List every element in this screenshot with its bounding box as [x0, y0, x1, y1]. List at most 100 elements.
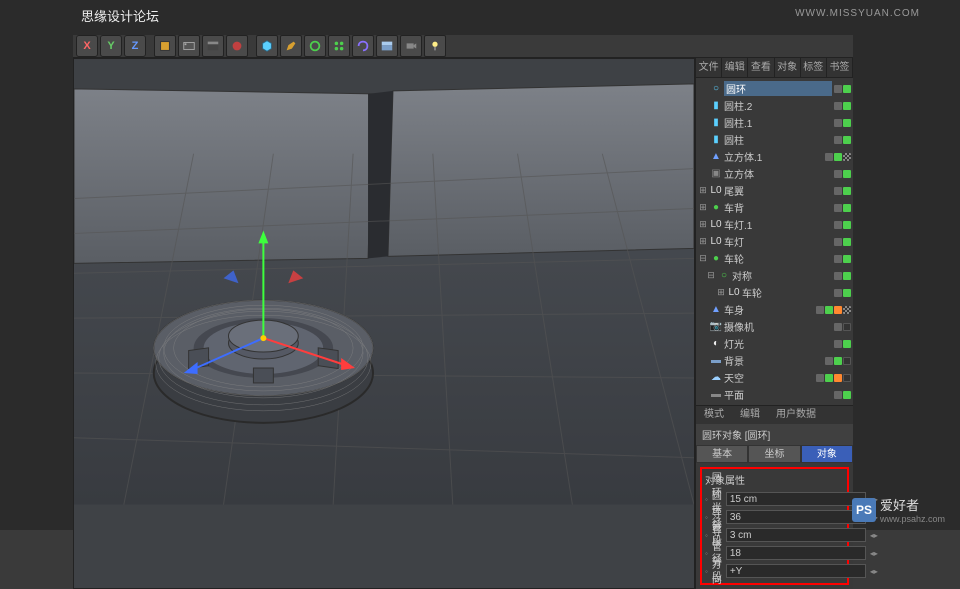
cube-tool-icon[interactable] [154, 35, 176, 57]
object-name-label[interactable]: 车背 [724, 200, 832, 215]
attr-subtab-object[interactable]: 对象 [801, 445, 853, 463]
tree-row-圆环[interactable]: ○圆环 [696, 80, 853, 97]
clapper-tool-icon[interactable] [202, 35, 224, 57]
object-name-label[interactable]: 车灯.1 [724, 217, 832, 232]
object-tags[interactable] [834, 136, 851, 144]
attr-tab-edit[interactable]: 编辑 [732, 406, 768, 424]
attr-field-input[interactable] [726, 492, 866, 506]
film-tool-icon[interactable] [178, 35, 200, 57]
deformer-tool-icon[interactable] [352, 35, 374, 57]
object-tags[interactable] [834, 221, 851, 229]
attr-field-input[interactable] [726, 564, 866, 578]
object-name-label[interactable]: 平面 [724, 387, 832, 402]
environment-tool-icon[interactable] [376, 35, 398, 57]
object-tags[interactable] [834, 272, 851, 280]
object-tags[interactable] [834, 119, 851, 127]
attr-field-input[interactable] [726, 510, 866, 524]
tab-tags[interactable]: 标签 [801, 58, 827, 77]
object-name-label[interactable]: 圆柱.1 [724, 115, 832, 130]
object-manager-tree[interactable]: ○圆环▮圆柱.2▮圆柱.1▮圆柱▲立方体.1▣立方体⊞L0尾翼⊞●车背⊞L0车灯… [696, 78, 853, 405]
object-name-label[interactable]: 立方体 [724, 166, 832, 181]
tree-row-立方体.1[interactable]: ▲立方体.1 [696, 148, 853, 165]
tree-row-车灯.1[interactable]: ⊞L0车灯.1 [696, 216, 853, 233]
spinner-icon[interactable]: ◂▸ [870, 531, 878, 540]
expand-icon[interactable]: ⊟ [706, 270, 716, 281]
object-tags[interactable] [825, 153, 851, 161]
object-name-label[interactable]: 车轮 [742, 285, 832, 300]
nurbs-tool-icon[interactable] [304, 35, 326, 57]
attr-tab-userdata[interactable]: 用户数据 [768, 406, 824, 424]
expand-icon[interactable]: ⊞ [716, 287, 726, 298]
object-name-label[interactable]: 圆柱.2 [724, 98, 832, 113]
tree-row-车身[interactable]: ▲车身 [696, 301, 853, 318]
object-tags[interactable] [834, 255, 851, 263]
object-tags[interactable] [816, 306, 851, 314]
object-tags[interactable] [834, 170, 851, 178]
tree-row-车背[interactable]: ⊞●车背 [696, 199, 853, 216]
expand-icon[interactable]: ⊞ [698, 219, 708, 230]
tab-edit[interactable]: 编辑 [722, 58, 748, 77]
tree-row-摄像机[interactable]: 📷摄像机 [696, 318, 853, 335]
object-name-label[interactable]: 天空 [724, 370, 814, 385]
object-name-label[interactable]: 灯光 [724, 336, 832, 351]
light-tool-icon[interactable] [424, 35, 446, 57]
object-tags[interactable] [834, 289, 851, 297]
object-tags[interactable] [825, 357, 851, 365]
tree-row-车轮[interactable]: ⊟●车轮 [696, 250, 853, 267]
object-tags[interactable] [834, 204, 851, 212]
attr-subtab-coord[interactable]: 坐标 [748, 445, 800, 463]
expand-icon[interactable]: ⊟ [698, 253, 708, 264]
tree-row-对称[interactable]: ⊟○对称 [696, 267, 853, 284]
object-name-label[interactable]: 对称 [732, 268, 832, 283]
object-tags[interactable] [834, 85, 851, 93]
spinner-icon[interactable]: ◂▸ [870, 567, 878, 576]
object-name-label[interactable]: 车轮 [724, 251, 832, 266]
object-tags[interactable] [834, 187, 851, 195]
tree-row-背景[interactable]: ▬背景 [696, 352, 853, 369]
expand-icon[interactable]: ⊞ [698, 202, 708, 213]
axis-y-button[interactable]: Y [100, 35, 122, 57]
3d-viewport[interactable]: ✦ ⊞ ⊡ [73, 58, 695, 589]
tree-row-车轮[interactable]: ⊞L0车轮 [696, 284, 853, 301]
tree-row-灯光[interactable]: ◐灯光 [696, 335, 853, 352]
object-tags[interactable] [834, 323, 851, 331]
tree-row-圆柱.1[interactable]: ▮圆柱.1 [696, 114, 853, 131]
attr-tab-mode[interactable]: 模式 [696, 406, 732, 424]
object-name-label[interactable]: 圆柱 [724, 132, 832, 147]
object-name-label[interactable]: 立方体.1 [724, 149, 823, 164]
pen-tool-icon[interactable] [280, 35, 302, 57]
object-name-label[interactable]: 车身 [724, 302, 814, 317]
tree-row-尾翼[interactable]: ⊞L0尾翼 [696, 182, 853, 199]
tab-object[interactable]: 对象 [775, 58, 801, 77]
attr-subtab-basic[interactable]: 基本 [696, 445, 748, 463]
attr-field-input[interactable] [726, 546, 866, 560]
object-tags[interactable] [834, 391, 851, 399]
tree-row-车灯[interactable]: ⊞L0车灯 [696, 233, 853, 250]
object-name-label[interactable]: 圆环 [724, 81, 832, 96]
axis-x-button[interactable]: X [76, 35, 98, 57]
tree-row-立方体[interactable]: ▣立方体 [696, 165, 853, 182]
object-name-label[interactable]: 摄像机 [724, 319, 832, 334]
axis-z-button[interactable]: Z [124, 35, 146, 57]
object-name-label[interactable]: 尾翼 [724, 183, 832, 198]
object-name-label[interactable]: 车灯 [724, 234, 832, 249]
primitive-cube-icon[interactable] [256, 35, 278, 57]
tree-row-天空[interactable]: ☁天空 [696, 369, 853, 386]
object-tags[interactable] [834, 238, 851, 246]
object-tags[interactable] [816, 374, 851, 382]
array-tool-icon[interactable] [328, 35, 350, 57]
attr-field-input[interactable] [726, 528, 866, 542]
tree-row-平面[interactable]: ▬平面 [696, 386, 853, 403]
tree-row-圆柱.2[interactable]: ▮圆柱.2 [696, 97, 853, 114]
spinner-icon[interactable]: ◂▸ [870, 549, 878, 558]
tab-view[interactable]: 查看 [748, 58, 774, 77]
expand-icon[interactable]: ⊞ [698, 185, 708, 196]
object-tags[interactable] [834, 102, 851, 110]
camera-tool-icon[interactable] [400, 35, 422, 57]
object-tags[interactable] [834, 340, 851, 348]
record-tool-icon[interactable] [226, 35, 248, 57]
expand-icon[interactable]: ⊞ [698, 236, 708, 247]
tree-row-圆柱[interactable]: ▮圆柱 [696, 131, 853, 148]
tab-file[interactable]: 文件 [696, 58, 722, 77]
object-name-label[interactable]: 背景 [724, 353, 823, 368]
